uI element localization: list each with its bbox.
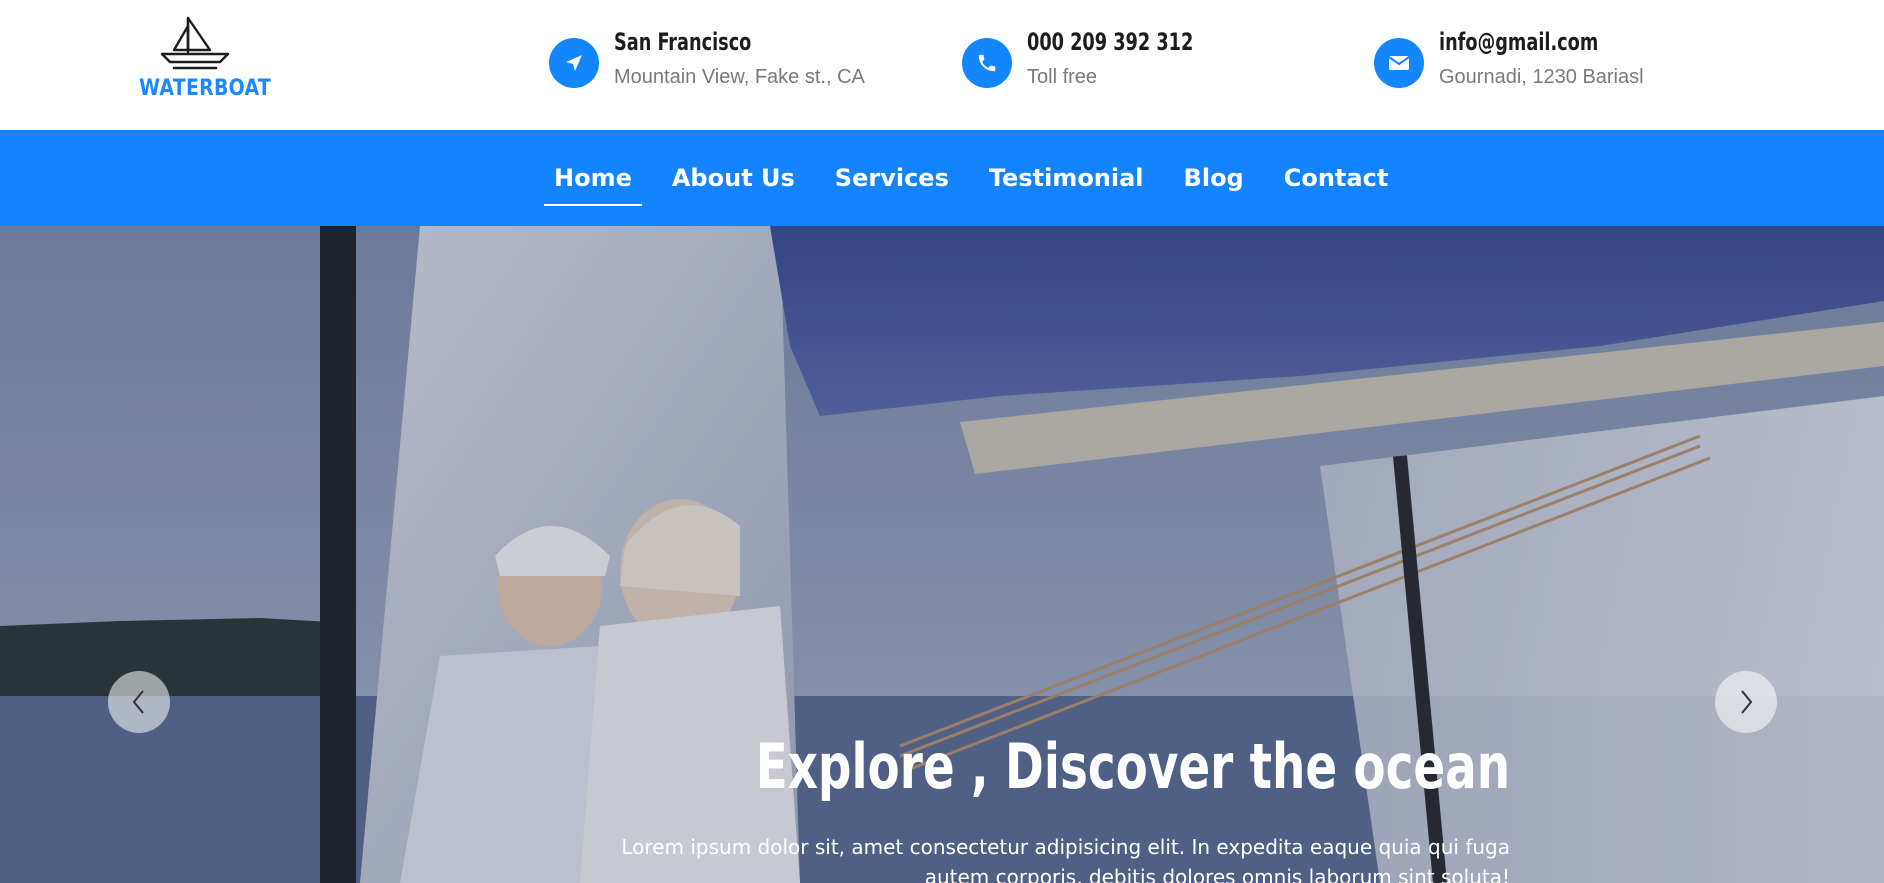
- location-arrow-icon: [549, 38, 599, 88]
- contact-email-title[interactable]: info@gmail.com: [1439, 28, 1598, 56]
- slider-prev-button[interactable]: [108, 671, 170, 733]
- brand-name: WATERBOAT: [139, 76, 272, 101]
- logo[interactable]: WATERBOAT: [130, 14, 272, 114]
- chevron-right-icon: [1741, 690, 1753, 714]
- contact-location-subtitle: Mountain View, Fake st., CA: [614, 66, 865, 88]
- contact-location-title: San Francisco: [614, 28, 752, 56]
- nav-item-services[interactable]: Services: [825, 164, 959, 192]
- hero-title: Explore , Discover the ocean: [755, 730, 1510, 803]
- slider-next-button[interactable]: [1715, 671, 1777, 733]
- nav-item-testimonial[interactable]: Testimonial: [979, 164, 1154, 192]
- hero-description: Lorem ipsum dolor sit, amet consectetur …: [621, 835, 1510, 883]
- nav-item-contact[interactable]: Contact: [1274, 164, 1399, 192]
- phone-icon: [962, 38, 1012, 88]
- chevron-left-icon: [132, 690, 144, 714]
- nav-item-about-us[interactable]: About Us: [662, 164, 805, 192]
- contact-phone-subtitle: Toll free: [1027, 66, 1098, 88]
- contact-phone-title[interactable]: 000 209 392 312: [1027, 28, 1193, 56]
- nav-menu: Home About Us Services Testimonial Blog …: [544, 130, 1418, 226]
- main-navigation: Home About Us Services Testimonial Blog …: [0, 130, 1884, 226]
- contact-email-subtitle: Gournadi, 1230 Bariasl: [1439, 66, 1644, 88]
- nav-item-blog[interactable]: Blog: [1174, 164, 1254, 192]
- sailboat-icon: [160, 16, 230, 70]
- hero-slider: Explore , Discover the ocean Lorem ipsum…: [0, 226, 1884, 883]
- top-header: WATERBOAT San Francisco Mountain View, F…: [0, 0, 1884, 130]
- envelope-icon: [1374, 38, 1424, 88]
- nav-item-home[interactable]: Home: [544, 164, 642, 206]
